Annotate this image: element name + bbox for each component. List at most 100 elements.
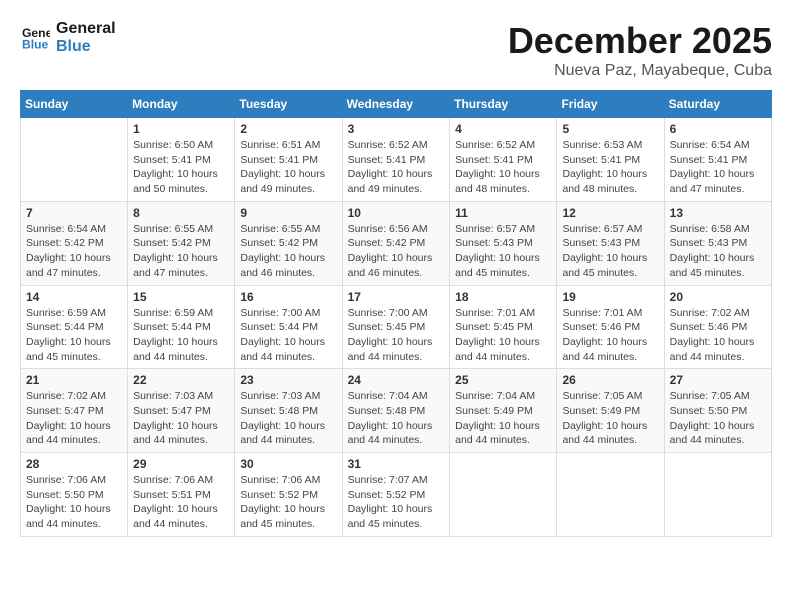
day-info: Sunrise: 7:04 AM Sunset: 5:49 PM Dayligh…: [455, 389, 551, 448]
weekday-header-row: Sunday Monday Tuesday Wednesday Thursday…: [21, 91, 772, 118]
table-row: 16 Sunrise: 7:00 AM Sunset: 5:44 PM Dayli…: [235, 285, 342, 369]
table-row: [21, 118, 128, 202]
day-info: Sunrise: 6:52 AM Sunset: 5:41 PM Dayligh…: [348, 138, 445, 197]
day-number: 12: [562, 206, 658, 220]
day-info: Sunrise: 7:04 AM Sunset: 5:48 PM Dayligh…: [348, 389, 445, 448]
table-row: 6Sunrise: 6:54 AM Sunset: 5:41 PM Daylig…: [664, 118, 771, 202]
day-info: Sunrise: 7:06 AM Sunset: 5:50 PM Dayligh…: [26, 473, 122, 532]
day-info: Sunrise: 6:54 AM Sunset: 5:42 PM Dayligh…: [26, 222, 122, 281]
table-row: 21 Sunrise: 7:02 AM Sunset: 5:47 PM Dayli…: [21, 369, 128, 453]
day-info: Sunrise: 6:56 AM Sunset: 5:42 PM Dayligh…: [348, 222, 445, 281]
table-row: [664, 453, 771, 537]
day-info: Sunrise: 7:06 AM Sunset: 5:52 PM Dayligh…: [240, 473, 336, 532]
header-sunday: Sunday: [21, 91, 128, 118]
day-number: 26: [562, 373, 658, 387]
svg-text:Blue: Blue: [22, 37, 49, 51]
day-number: 28: [26, 457, 122, 471]
logo-icon: General Blue: [22, 24, 50, 52]
day-number: 15: [133, 290, 229, 304]
day-number: 8: [133, 206, 229, 220]
day-info: Sunrise: 7:00 AM Sunset: 5:44 PM Dayligh…: [240, 306, 336, 365]
calendar-week-row: 1 Sunrise: 6:50 AM Sunset: 5:41 PM Daylig…: [21, 118, 772, 202]
day-number: 21: [26, 373, 122, 387]
day-number: 5: [562, 122, 658, 136]
calendar-week-row: 7 Sunrise: 6:54 AM Sunset: 5:42 PM Daylig…: [21, 201, 772, 285]
day-info: Sunrise: 7:05 AM Sunset: 5:50 PM Dayligh…: [670, 389, 766, 448]
day-info: Sunrise: 7:02 AM Sunset: 5:47 PM Dayligh…: [26, 389, 122, 448]
day-info: Sunrise: 6:59 AM Sunset: 5:44 PM Dayligh…: [26, 306, 122, 365]
day-number: 3: [348, 122, 445, 136]
day-number: 6: [670, 122, 766, 136]
header-wednesday: Wednesday: [342, 91, 450, 118]
day-number: 1: [133, 122, 229, 136]
table-row: 18Sunrise: 7:01 AM Sunset: 5:45 PM Dayli…: [450, 285, 557, 369]
header-thursday: Thursday: [450, 91, 557, 118]
day-number: 2: [240, 122, 336, 136]
day-number: 24: [348, 373, 445, 387]
day-info: Sunrise: 7:07 AM Sunset: 5:52 PM Dayligh…: [348, 473, 445, 532]
day-info: Sunrise: 7:01 AM Sunset: 5:45 PM Dayligh…: [455, 306, 551, 365]
table-row: 31 Sunrise: 7:07 AM Sunset: 5:52 PM Dayli…: [342, 453, 450, 537]
table-row: 15 Sunrise: 6:59 AM Sunset: 5:44 PM Dayli…: [128, 285, 235, 369]
table-row: 11Sunrise: 6:57 AM Sunset: 5:43 PM Dayli…: [450, 201, 557, 285]
header-monday: Monday: [128, 91, 235, 118]
day-info: Sunrise: 7:01 AM Sunset: 5:46 PM Dayligh…: [562, 306, 658, 365]
day-number: 25: [455, 373, 551, 387]
table-row: 9 Sunrise: 6:55 AM Sunset: 5:42 PM Daylig…: [235, 201, 342, 285]
table-row: 8Sunrise: 6:55 AM Sunset: 5:42 PM Daylig…: [128, 201, 235, 285]
day-info: Sunrise: 7:06 AM Sunset: 5:51 PM Dayligh…: [133, 473, 229, 532]
table-row: 12 Sunrise: 6:57 AM Sunset: 5:43 PM Dayli…: [557, 201, 664, 285]
day-number: 17: [348, 290, 445, 304]
day-number: 31: [348, 457, 445, 471]
day-number: 7: [26, 206, 122, 220]
day-info: Sunrise: 7:02 AM Sunset: 5:46 PM Dayligh…: [670, 306, 766, 365]
day-number: 29: [133, 457, 229, 471]
day-number: 23: [240, 373, 336, 387]
calendar-week-row: 14Sunrise: 6:59 AM Sunset: 5:44 PM Dayli…: [21, 285, 772, 369]
table-row: 10 Sunrise: 6:56 AM Sunset: 5:42 PM Dayli…: [342, 201, 450, 285]
table-row: 20Sunrise: 7:02 AM Sunset: 5:46 PM Dayli…: [664, 285, 771, 369]
table-row: 2Sunrise: 6:51 AM Sunset: 5:41 PM Daylig…: [235, 118, 342, 202]
table-row: 7 Sunrise: 6:54 AM Sunset: 5:42 PM Daylig…: [21, 201, 128, 285]
day-number: 13: [670, 206, 766, 220]
day-number: 30: [240, 457, 336, 471]
table-row: [557, 453, 664, 537]
day-info: Sunrise: 7:03 AM Sunset: 5:47 PM Dayligh…: [133, 389, 229, 448]
month-title: December 2025: [508, 20, 772, 62]
calendar-week-row: 21 Sunrise: 7:02 AM Sunset: 5:47 PM Dayli…: [21, 369, 772, 453]
day-number: 19: [562, 290, 658, 304]
day-number: 9: [240, 206, 336, 220]
table-row: 25 Sunrise: 7:04 AM Sunset: 5:49 PM Dayli…: [450, 369, 557, 453]
day-info: Sunrise: 6:55 AM Sunset: 5:42 PM Dayligh…: [240, 222, 336, 281]
calendar-week-row: 28 Sunrise: 7:06 AM Sunset: 5:50 PM Dayli…: [21, 453, 772, 537]
page-header: General Blue General Blue December 2025 …: [20, 20, 772, 84]
day-info: Sunrise: 6:57 AM Sunset: 5:43 PM Dayligh…: [455, 222, 551, 281]
table-row: 1 Sunrise: 6:50 AM Sunset: 5:41 PM Daylig…: [128, 118, 235, 202]
day-info: Sunrise: 7:05 AM Sunset: 5:49 PM Dayligh…: [562, 389, 658, 448]
table-row: 30 Sunrise: 7:06 AM Sunset: 5:52 PM Dayli…: [235, 453, 342, 537]
day-info: Sunrise: 6:57 AM Sunset: 5:43 PM Dayligh…: [562, 222, 658, 281]
logo: General Blue General Blue: [20, 20, 116, 55]
table-row: 23 Sunrise: 7:03 AM Sunset: 5:48 PM Dayli…: [235, 369, 342, 453]
header-friday: Friday: [557, 91, 664, 118]
calendar-table: Sunday Monday Tuesday Wednesday Thursday…: [20, 90, 772, 537]
header-saturday: Saturday: [664, 91, 771, 118]
day-info: Sunrise: 6:59 AM Sunset: 5:44 PM Dayligh…: [133, 306, 229, 365]
day-info: Sunrise: 6:50 AM Sunset: 5:41 PM Dayligh…: [133, 138, 229, 197]
day-number: 27: [670, 373, 766, 387]
day-number: 10: [348, 206, 445, 220]
table-row: 26 Sunrise: 7:05 AM Sunset: 5:49 PM Dayli…: [557, 369, 664, 453]
header-tuesday: Tuesday: [235, 91, 342, 118]
day-info: Sunrise: 7:03 AM Sunset: 5:48 PM Dayligh…: [240, 389, 336, 448]
table-row: 4Sunrise: 6:52 AM Sunset: 5:41 PM Daylig…: [450, 118, 557, 202]
day-info: Sunrise: 6:58 AM Sunset: 5:43 PM Dayligh…: [670, 222, 766, 281]
logo-blue: Blue: [56, 38, 116, 56]
table-row: 17Sunrise: 7:00 AM Sunset: 5:45 PM Dayli…: [342, 285, 450, 369]
table-row: 27 Sunrise: 7:05 AM Sunset: 5:50 PM Dayli…: [664, 369, 771, 453]
day-info: Sunrise: 6:52 AM Sunset: 5:41 PM Dayligh…: [455, 138, 551, 197]
day-number: 16: [240, 290, 336, 304]
day-info: Sunrise: 6:53 AM Sunset: 5:41 PM Dayligh…: [562, 138, 658, 197]
table-row: 19 Sunrise: 7:01 AM Sunset: 5:46 PM Dayli…: [557, 285, 664, 369]
table-row: 22Sunrise: 7:03 AM Sunset: 5:47 PM Dayli…: [128, 369, 235, 453]
title-section: December 2025 Nueva Paz, Mayabeque, Cuba: [508, 20, 772, 80]
